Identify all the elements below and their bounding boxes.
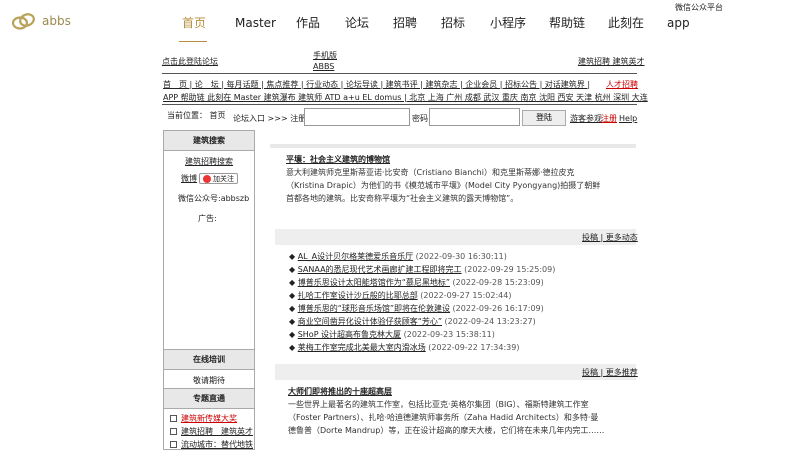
wechat-platform-link[interactable]: 微信公众平台 — [675, 2, 723, 13]
weibo-link[interactable]: 微博 — [181, 173, 197, 184]
weibo-block: 微博 加关注 — [181, 173, 238, 184]
register-link[interactable]: 注册 — [601, 113, 617, 124]
training-section-title: 在线培训 — [164, 350, 254, 370]
news-date: (2022-09-28 15:23:09) — [452, 278, 544, 287]
news-date: (2022-09-27 15:02:44) — [420, 291, 512, 300]
follow-label: 加关注 — [213, 174, 234, 183]
nav-app[interactable]: app — [667, 16, 690, 30]
list-item[interactable]: ◆ SHoP 设计超高布鲁克林大厦 (2022-09-23 15:38:11) — [289, 329, 495, 340]
checkbox-icon — [170, 415, 177, 422]
channel-links-row1[interactable]: 首 页 | 论 坛 | 每月话题 | 焦点推荐 | 行业动态 | 论坛导读 | … — [163, 79, 590, 90]
mobile-abbs-link[interactable]: ABBS — [313, 61, 337, 72]
checkbox-icon — [170, 428, 177, 435]
news-title: 博普乐思的“球形音乐场馆”即将在伦敦建设 — [297, 304, 450, 313]
news-title: 商业空间凿异化设计体验仔获顾客“芳心” — [297, 317, 442, 326]
search-section-title: 建筑搜索 — [164, 131, 254, 151]
wechat-id: 微信公众号:abbszb — [178, 194, 250, 203]
help-link[interactable]: Help — [619, 113, 637, 124]
nav-master[interactable]: Master — [235, 16, 276, 30]
main-nav: 首页 Master 作品 论坛 招聘 招标 小程序 帮助链 此刻在 app — [0, 16, 800, 32]
username-input[interactable] — [304, 108, 410, 126]
jobs-link[interactable]: 建筑招聘 建筑英才 — [578, 56, 645, 67]
special-item-label: 建筑招聘 建筑英才 — [181, 427, 253, 436]
list-item[interactable]: ◆ 莱梅工作室完成北美最大室内滑冰场 (2022-09-22 17:34:39) — [289, 342, 519, 353]
nav-active-underline — [179, 41, 207, 42]
nav-jobs[interactable]: 招聘 — [393, 16, 417, 30]
channel-links-row2[interactable]: APP 帮助链 此刻在 Master 建筑瀑布 建筑师 ATD a+u EL d… — [163, 92, 648, 103]
password-input[interactable] — [429, 108, 520, 126]
follow-button[interactable]: 加关注 — [199, 173, 238, 184]
special-item-label: 建筑新传媒大奖 — [181, 414, 237, 423]
feature-top-bar — [270, 144, 636, 148]
list-item[interactable]: ◆ SANAA的悉尼现代艺术画廊扩建工程即将完工 (2022-09-29 15:… — [289, 264, 555, 275]
list-item[interactable]: ◆ AL_A设计贝尔格莱德爱乐音乐厅 (2022-09-30 16:30:11) — [289, 251, 507, 262]
weibo-icon — [203, 174, 211, 183]
top-header: abbs 微信公众平台 首页 Master 作品 论坛 招聘 招标 小程序 帮助… — [0, 0, 800, 44]
guest-visit-link[interactable]: 游客参观 — [570, 113, 602, 124]
list-item[interactable]: ◆ 扎哈工作室设计沙丘般的比耶总部 (2022-09-27 15:02:44) — [289, 290, 511, 301]
nav-miniprogram[interactable]: 小程序 — [490, 16, 526, 30]
job-search-link[interactable]: 建筑招聘搜索 — [164, 156, 254, 167]
news-title: SANAA的悉尼现代艺术画廊扩建工程即将完工 — [297, 265, 462, 274]
news-date: (2022-09-29 15:25:09) — [464, 265, 556, 274]
checkbox-icon — [170, 441, 177, 448]
news-date: (2022-09-23 15:38:11) — [403, 330, 495, 339]
news-title: AL_A设计贝尔格莱德爱乐音乐厅 — [297, 252, 414, 261]
nav-helpchain[interactable]: 帮助链 — [549, 16, 585, 30]
nav-home[interactable]: 首页 — [182, 16, 206, 30]
feature-body: 意大利建筑师克里斯蒂亚诺·比安奇（Cristiano Bianchi）和克里斯蒂… — [286, 168, 601, 203]
forum-entry-label: 论坛入口 >>> 注册名 — [233, 114, 315, 123]
mobile-version-link[interactable]: 手机版 — [313, 51, 337, 60]
recommend-body: 一些世界上最著名的建筑工作室，包括比亚克·英格尔集团（BIG）、福斯特建筑工作室… — [288, 400, 605, 435]
talent-recruit-link[interactable]: 人才招聘 — [606, 79, 638, 90]
mobile-version: 手机版 ABBS — [313, 50, 337, 72]
special-item[interactable]: 建筑招聘 建筑英才 — [170, 426, 253, 437]
recommend-title-link[interactable]: 大师们即将推出的十座超高层 — [288, 386, 392, 397]
divider-top — [162, 73, 637, 74]
news-title: 扎哈工作室设计沙丘般的比耶总部 — [297, 291, 418, 300]
special-item-label: 流动城市：替代地铁 — [181, 440, 253, 449]
list-item[interactable]: ◆ 商业空间凿异化设计体验仔获顾客“芳心” (2022-09-24 13:23:… — [289, 316, 536, 327]
news-date: (2022-09-22 17:34:39) — [428, 343, 520, 352]
divider-bottom — [162, 104, 637, 105]
left-sidebar: 建筑搜索 建筑招聘搜索 微博 加关注 微信公众号:abbszb 广告: 在线培训… — [163, 130, 255, 450]
feature-title-link[interactable]: 平壤：社会主义建筑的博物馆 — [286, 154, 390, 165]
nav-now[interactable]: 此刻在 — [608, 16, 644, 30]
list-item[interactable]: ◆ 博普乐思的“球形音乐场馆”即将在伦敦建设 (2022-09-26 16:17… — [289, 303, 544, 314]
special-item[interactable]: 建筑新传媒大奖 — [170, 413, 237, 424]
nav-bids[interactable]: 招标 — [441, 16, 465, 30]
ad-label: 广告: — [198, 214, 217, 223]
recommend-links[interactable]: 投稿 | 更多推荐 — [582, 367, 638, 378]
special-section-title: 专题直通 — [164, 389, 254, 409]
forum-login-link[interactable]: 点击此登陆论坛 — [162, 56, 218, 67]
special-item[interactable]: 流动城市：替代地铁 — [170, 439, 253, 450]
nav-works[interactable]: 作品 — [296, 16, 320, 30]
password-label: 密码 — [412, 114, 428, 123]
news-date: (2022-09-24 13:23:27) — [444, 317, 536, 326]
list-item[interactable]: ◆ 博普乐思设计太阳能塔馆作为“慕尼黑地标” (2022-09-28 15:23… — [289, 277, 544, 288]
breadcrumb: 当前位置： 首页 — [167, 111, 226, 120]
coming-soon-text: 敬请期待 — [193, 376, 225, 385]
news-links[interactable]: 投稿 | 更多动态 — [582, 232, 638, 243]
news-title: SHoP 设计超高布鲁克林大厦 — [297, 330, 402, 339]
news-date: (2022-09-30 16:30:11) — [415, 252, 507, 261]
login-button[interactable]: 登陆 — [522, 110, 566, 126]
nav-forum[interactable]: 论坛 — [345, 16, 369, 30]
news-title: 莱梅工作室完成北美最大室内滑冰场 — [297, 343, 426, 352]
news-title: 博普乐思设计太阳能塔馆作为“慕尼黑地标” — [297, 278, 450, 287]
news-date: (2022-09-26 16:17:09) — [452, 304, 544, 313]
